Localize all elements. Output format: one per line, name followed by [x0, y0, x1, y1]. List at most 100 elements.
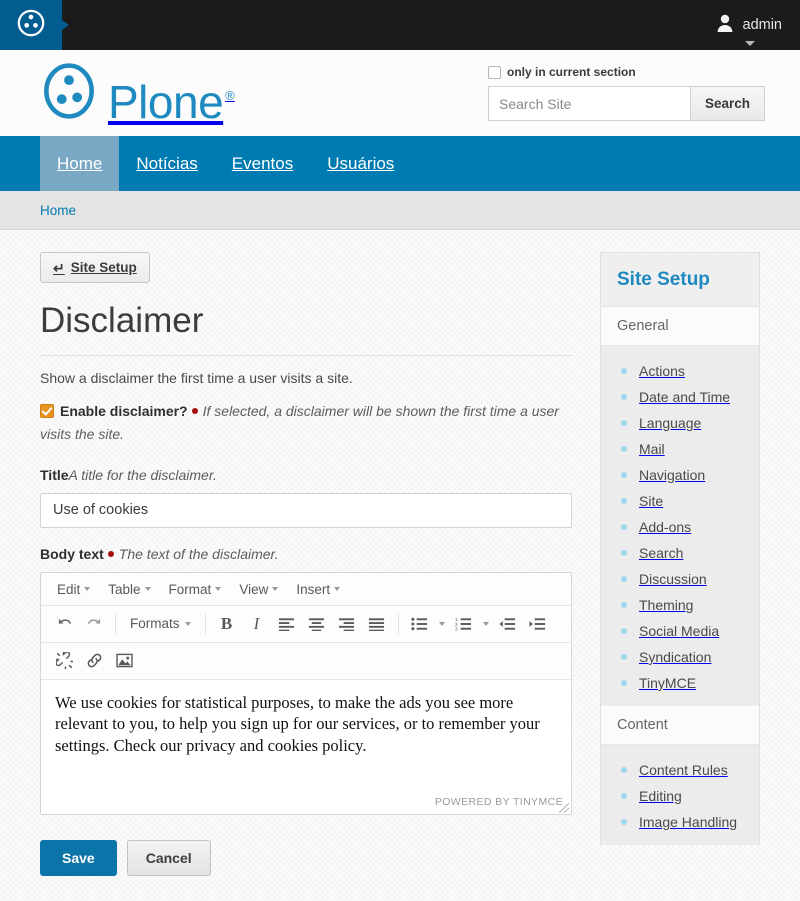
sidebar-item-image-handling[interactable]: Image Handling	[601, 809, 759, 835]
sidebar-item-theming[interactable]: Theming	[601, 592, 759, 618]
search-input[interactable]	[488, 86, 690, 121]
bullet-dot-icon	[621, 498, 627, 504]
sidebar-item-site[interactable]: Site	[601, 488, 759, 514]
menu-edit[interactable]: Edit	[49, 579, 98, 600]
tinymce-status-bar: POWERED BY TINYMCE	[41, 792, 571, 814]
italic-icon[interactable]: I	[242, 610, 272, 638]
sidebar-item-search[interactable]: Search	[601, 540, 759, 566]
chevron-down-icon	[745, 41, 755, 46]
nav-item-eventos[interactable]: Eventos	[215, 136, 310, 191]
bullet-dot-icon	[621, 472, 627, 478]
redo-icon[interactable]	[79, 610, 109, 638]
tinymce-menubar: Edit Table Format View	[41, 573, 571, 606]
align-left-icon[interactable]	[272, 610, 302, 638]
sidebar-item-date-and-time[interactable]: Date and Time	[601, 384, 759, 410]
sidebar-section-content-heading: Content	[601, 706, 759, 745]
unlink-icon[interactable]	[49, 647, 79, 675]
nav-item-noticias[interactable]: Notícias	[119, 136, 214, 191]
sidebar-item-mail[interactable]: Mail	[601, 436, 759, 462]
sidebar-item-label: TinyMCE	[639, 675, 696, 691]
body-text-label: Body text	[40, 546, 104, 562]
image-icon[interactable]	[109, 647, 139, 675]
header-search: only in current section Search	[488, 65, 760, 121]
formats-dropdown-label: Formats	[130, 616, 180, 631]
sidebar-item-label: Language	[639, 415, 701, 431]
menu-view[interactable]: View	[231, 579, 286, 600]
enable-disclaimer-label: Enable disclaimer?	[60, 403, 188, 419]
field-enable-disclaimer: Enable disclaimer?If selected, a disclai…	[40, 400, 572, 446]
site-header: Plone ® only in current section Search	[0, 50, 800, 136]
indent-icon[interactable]	[523, 610, 553, 638]
sidebar-item-tinymce[interactable]: TinyMCE	[601, 670, 759, 696]
sidebar-item-editing[interactable]: Editing	[601, 783, 759, 809]
toolbar-separator	[398, 614, 399, 634]
bullet-dot-icon	[621, 819, 627, 825]
sidebar-item-navigation[interactable]: Navigation	[601, 462, 759, 488]
nav-item-home[interactable]: Home	[40, 136, 119, 191]
numbered-list-icon[interactable]: 123	[449, 610, 479, 638]
save-button[interactable]: Save	[40, 840, 117, 876]
bullet-dot-icon	[621, 793, 627, 799]
bullet-list-options-caret[interactable]	[435, 610, 449, 638]
plone-logo-icon	[16, 8, 46, 43]
plone-logo-icon	[40, 62, 98, 125]
content-column: ↵ Site Setup Disclaimer Show a disclaime…	[40, 252, 572, 901]
sidebar-item-label: Navigation	[639, 467, 705, 483]
breadcrumb-item-home[interactable]: Home	[40, 203, 76, 218]
brand-name: Plone	[108, 79, 223, 125]
sidebar-item-discussion[interactable]: Discussion	[601, 566, 759, 592]
username-label: admin	[743, 17, 783, 33]
sidebar-item-add-ons[interactable]: Add-ons	[601, 514, 759, 540]
menu-view-label: View	[239, 582, 268, 597]
formats-dropdown[interactable]: Formats	[122, 610, 199, 638]
chevron-down-icon	[84, 587, 90, 591]
tinymce-content-area[interactable]: We use cookies for statistical purposes,…	[41, 680, 571, 792]
sidebar-item-label: Add-ons	[639, 519, 691, 535]
field-body-text: Body textThe text of the disclaimer. Edi…	[40, 546, 572, 815]
only-current-section-option[interactable]: only in current section	[488, 65, 760, 79]
admin-toolbar: admin	[0, 0, 800, 50]
sidebar-item-label: Social Media	[639, 623, 719, 639]
bold-icon[interactable]: B	[212, 610, 242, 638]
tinymce-editor: Edit Table Format View	[40, 572, 572, 815]
numbered-list-options-caret[interactable]	[479, 610, 493, 638]
sidebar-item-label: Discussion	[639, 571, 707, 587]
bullet-dot-icon	[621, 680, 627, 686]
chevron-down-icon	[483, 622, 489, 626]
outdent-icon[interactable]	[493, 610, 523, 638]
sidebar-item-social-media[interactable]: Social Media	[601, 618, 759, 644]
sidebar-item-label: Theming	[639, 597, 693, 613]
tinymce-toolbar-row-1: Formats B I	[41, 606, 571, 643]
main-navigation: Home Notícias Eventos Usuários	[0, 136, 800, 191]
user-menu[interactable]: admin	[702, 0, 800, 50]
only-current-section-checkbox[interactable]	[488, 66, 501, 79]
sidebar-item-language[interactable]: Language	[601, 410, 759, 436]
menu-table[interactable]: Table	[100, 579, 158, 600]
align-center-icon[interactable]	[302, 610, 332, 638]
menu-format[interactable]: Format	[161, 579, 230, 600]
chevron-down-icon	[334, 587, 340, 591]
link-icon[interactable]	[79, 647, 109, 675]
editor-resize-handle[interactable]	[559, 803, 569, 813]
sidebar-item-content-rules[interactable]: Content Rules	[601, 757, 759, 783]
field-title: TitleA title for the disclaimer.	[40, 467, 572, 528]
toolbar-plone-logo-button[interactable]	[0, 0, 62, 50]
required-dot-icon	[192, 408, 198, 414]
back-to-site-setup-button[interactable]: ↵ Site Setup	[40, 252, 150, 283]
align-right-icon[interactable]	[332, 610, 362, 638]
sidebar-item-syndication[interactable]: Syndication	[601, 644, 759, 670]
cancel-button[interactable]: Cancel	[127, 840, 211, 876]
sidebar-section-general-list: Actions Date and Time Language Mail Navi…	[601, 346, 759, 706]
bullet-list-icon[interactable]	[405, 610, 435, 638]
menu-edit-label: Edit	[57, 582, 80, 597]
title-input[interactable]	[40, 493, 572, 528]
search-button[interactable]: Search	[690, 86, 765, 121]
align-justify-icon[interactable]	[362, 610, 392, 638]
sidebar-item-actions[interactable]: Actions	[601, 358, 759, 384]
nav-item-usuarios[interactable]: Usuários	[310, 136, 411, 191]
enable-disclaimer-checkbox[interactable]	[40, 404, 54, 418]
site-logo-link[interactable]: Plone ®	[40, 62, 235, 125]
menu-insert[interactable]: Insert	[288, 579, 348, 600]
undo-icon[interactable]	[49, 610, 79, 638]
chevron-down-icon	[185, 622, 191, 626]
